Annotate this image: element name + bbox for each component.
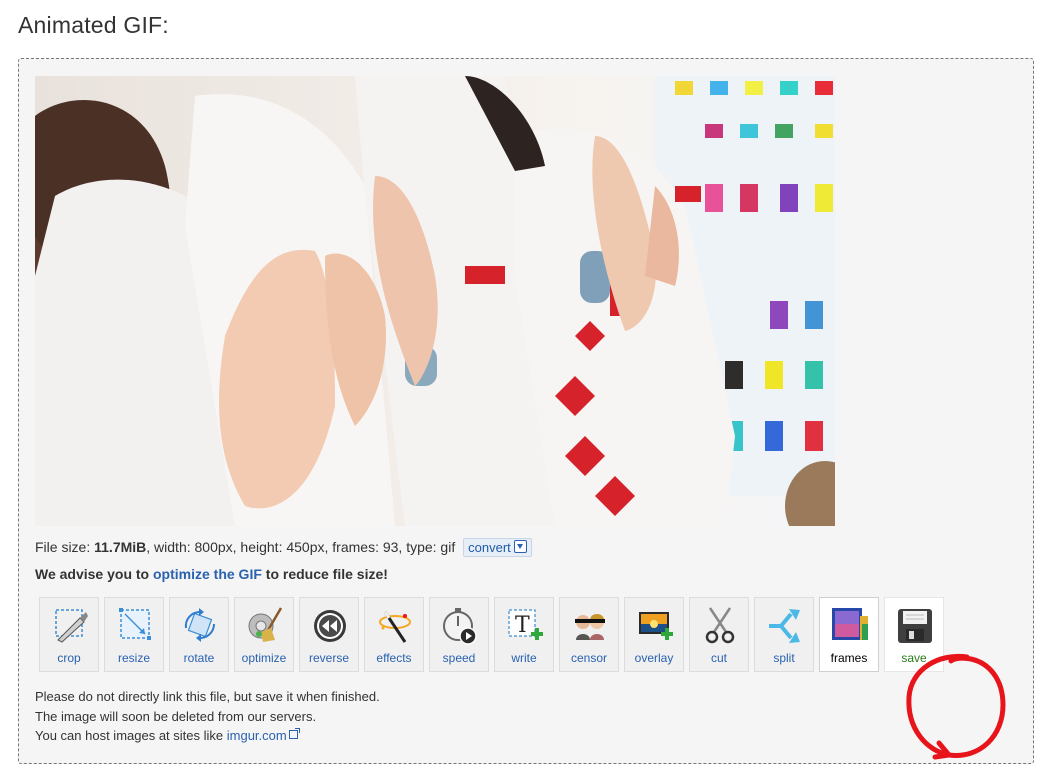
censor-label: censor bbox=[570, 651, 608, 665]
convert-label: convert bbox=[468, 540, 511, 555]
save-label: save bbox=[901, 651, 927, 665]
write-button[interactable]: T write bbox=[494, 597, 554, 672]
overlay-button[interactable]: overlay bbox=[624, 597, 684, 672]
reverse-icon bbox=[314, 610, 346, 642]
edit-toolbar: crop resize rotate optimize reverse effe… bbox=[39, 597, 944, 672]
page-title: Animated GIF: bbox=[18, 12, 169, 38]
split-button[interactable]: split bbox=[754, 597, 814, 672]
resize-label: resize bbox=[117, 651, 150, 665]
overlay-label: overlay bbox=[634, 651, 674, 665]
rotate-label: rotate bbox=[183, 651, 215, 665]
advice-before: We advise you to bbox=[35, 566, 153, 582]
imgur-link[interactable]: imgur.com bbox=[227, 728, 287, 743]
split-arrows-icon bbox=[769, 609, 800, 643]
file-details: , width: 800px, height: 450px, frames: 9… bbox=[146, 539, 456, 556]
frames-label: frames bbox=[830, 651, 868, 665]
frames-film-icon bbox=[832, 608, 868, 640]
download-icon bbox=[513, 540, 527, 553]
file-size: 11.7MiB bbox=[94, 539, 147, 556]
note-line-1: Please do not directly link this file, b… bbox=[35, 689, 380, 704]
resize-button[interactable]: resize bbox=[104, 597, 164, 672]
speed-label: speed bbox=[442, 651, 476, 665]
gif-editor-panel: File size: 11.7MiB, width: 800px, height… bbox=[18, 58, 1034, 764]
cut-button[interactable]: cut bbox=[689, 597, 749, 672]
optimize-label: optimize bbox=[241, 651, 287, 665]
gif-preview-image bbox=[35, 76, 835, 526]
reverse-button[interactable]: reverse bbox=[299, 597, 359, 672]
optimize-button[interactable]: optimize bbox=[234, 597, 294, 672]
resize-icon bbox=[119, 608, 151, 640]
rotate-icon bbox=[184, 608, 215, 642]
file-info: File size: 11.7MiB, width: 800px, height… bbox=[35, 538, 532, 558]
stopwatch-icon bbox=[443, 608, 477, 645]
scissors-icon bbox=[705, 607, 735, 644]
floppy-disk-save-icon bbox=[898, 609, 932, 643]
censor-button[interactable]: censor bbox=[559, 597, 619, 672]
cut-label: cut bbox=[710, 651, 727, 665]
reverse-label: reverse bbox=[308, 651, 349, 665]
optimize-broom-icon bbox=[248, 607, 283, 642]
advice-after: to reduce file size! bbox=[261, 566, 388, 582]
convert-button[interactable]: convert bbox=[463, 538, 532, 557]
effects-label: effects bbox=[376, 651, 412, 665]
split-label: split bbox=[773, 651, 795, 665]
file-info-prefix: File size: bbox=[35, 539, 95, 556]
write-label: write bbox=[511, 651, 537, 665]
note-line-2: The image will soon be deleted from our … bbox=[35, 708, 317, 724]
save-button[interactable]: save bbox=[884, 597, 944, 672]
crop-label: crop bbox=[57, 651, 81, 665]
optimize-gif-link[interactable]: optimize the GIF bbox=[153, 566, 262, 582]
effects-button[interactable]: effects bbox=[364, 597, 424, 672]
magic-wand-icon bbox=[379, 611, 411, 643]
crop-icon bbox=[55, 609, 88, 643]
optimize-advice: We advise you to optimize the GIF to red… bbox=[35, 566, 388, 582]
rotate-button[interactable]: rotate bbox=[169, 597, 229, 672]
note-line-3-prefix: You can host images at sites like bbox=[35, 728, 227, 743]
speed-button[interactable]: speed bbox=[429, 597, 489, 672]
censor-faces-icon bbox=[575, 614, 605, 640]
add-text-icon: T bbox=[508, 609, 543, 640]
hosting-notes: Please do not directly link this file, b… bbox=[35, 687, 380, 746]
overlay-image-icon bbox=[639, 612, 673, 640]
note-line-3: You can host images at sites like imgur.… bbox=[35, 726, 380, 746]
crop-button[interactable]: crop bbox=[39, 597, 99, 672]
external-link-icon bbox=[288, 728, 300, 739]
frames-button[interactable]: frames bbox=[819, 597, 879, 672]
svg-text:T: T bbox=[515, 613, 530, 638]
